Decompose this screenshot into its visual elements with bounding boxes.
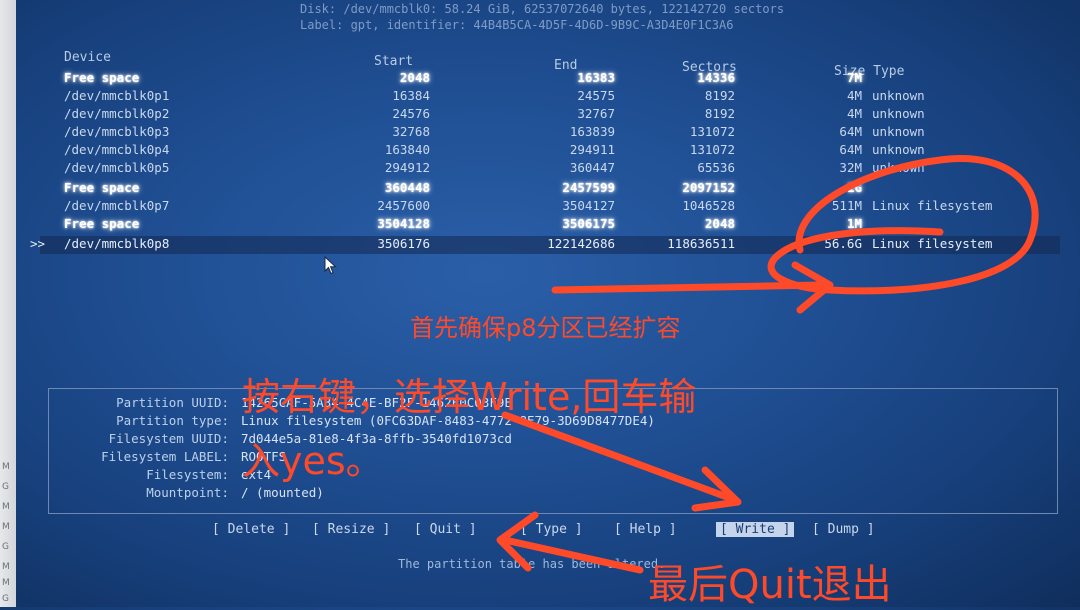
arrow-to-p8-stroke: [551, 281, 824, 294]
annotation-strokes: [496, 155, 1039, 574]
annotation-note-yes: 入yes。: [242, 439, 384, 483]
annotation-note-write: 按右键，选择Write,回车输: [242, 375, 697, 419]
arrow-to-write-stroke: [501, 411, 739, 504]
annotation-note-expand: 首先确保p8分区已经扩容: [410, 314, 681, 342]
annotation-note-quit: 最后Quit退出: [648, 562, 892, 608]
